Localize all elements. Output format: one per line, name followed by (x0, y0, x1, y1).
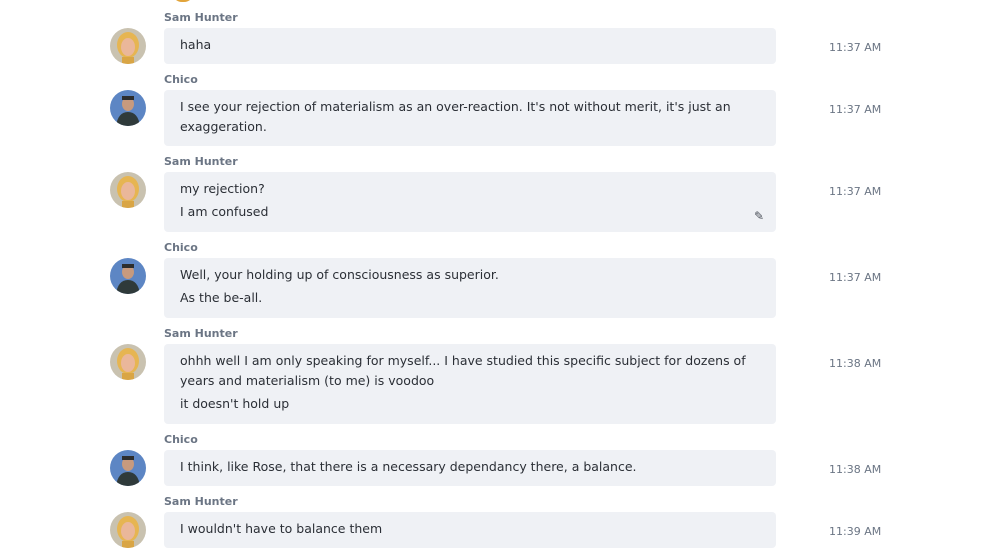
sender-name[interactable]: Chico (164, 241, 198, 255)
message-bubble: I think, like Rose, that there is a nece… (164, 450, 776, 486)
message-text: Well, your holding up of consciousness a… (180, 267, 499, 282)
message-text: it doesn't hold up (180, 396, 290, 411)
message-text: my rejection? (180, 181, 265, 196)
timestamp: 11:37 AM (829, 185, 882, 198)
message-group: Sam Hunter I wouldn't have to balance th… (0, 495, 987, 549)
message-text: I am confused (180, 204, 269, 219)
typing-pencil-icon[interactable]: ✎ (754, 210, 764, 222)
message-group: Sam Hunter my rejection? I am confused ✎… (0, 155, 987, 233)
sender-name[interactable]: Sam Hunter (164, 11, 238, 25)
message-text: I wouldn't have to balance them (180, 521, 383, 536)
message-bubble: ohhh well I am only speaking for myself.… (164, 344, 776, 424)
sender-name[interactable]: Sam Hunter (164, 155, 238, 169)
sam-avatar[interactable] (110, 28, 146, 64)
message-text: ohhh well I am only speaking for myself.… (180, 353, 746, 388)
message-text: haha (180, 37, 212, 52)
timestamp: 11:37 AM (829, 41, 882, 54)
chico-avatar[interactable] (110, 450, 146, 486)
message-bubble: I see your rejection of materialism as a… (164, 90, 776, 146)
sender-name[interactable]: Chico (164, 73, 198, 87)
message-bubble: Well, your holding up of consciousness a… (164, 258, 776, 318)
message-text: I see your rejection of materialism as a… (180, 99, 731, 134)
message-group: Sam Hunter haha 11:37 AM (0, 11, 987, 65)
timestamp: 11:37 AM (829, 271, 882, 284)
sam-avatar[interactable] (110, 172, 146, 208)
message-bubble: haha (164, 28, 776, 64)
message-text: As the be-all. (180, 290, 263, 305)
sender-name[interactable]: Chico (164, 433, 198, 447)
message-group: Chico Well, your holding up of conscious… (0, 241, 987, 319)
timestamp: 11:38 AM (829, 463, 882, 476)
sam-avatar[interactable] (110, 512, 146, 548)
timestamp: 11:37 AM (829, 103, 882, 116)
message-group: Chico I see your rejection of materialis… (0, 73, 987, 147)
message-group: Sam Hunter ohhh well I am only speaking … (0, 327, 987, 425)
message-bubble: I wouldn't have to balance them (164, 512, 776, 548)
sender-name[interactable]: Sam Hunter (164, 327, 238, 341)
chico-avatar[interactable] (110, 90, 146, 126)
partial-avatar (172, 0, 194, 2)
message-text: I think, like Rose, that there is a nece… (180, 459, 637, 474)
sender-name[interactable]: Sam Hunter (164, 495, 238, 509)
message-bubble: my rejection? I am confused ✎ (164, 172, 776, 232)
message-group: Chico I think, like Rose, that there is … (0, 433, 987, 487)
timestamp: 11:39 AM (829, 525, 882, 538)
timestamp: 11:38 AM (829, 357, 882, 370)
chico-avatar[interactable] (110, 258, 146, 294)
sam-avatar[interactable] (110, 344, 146, 380)
